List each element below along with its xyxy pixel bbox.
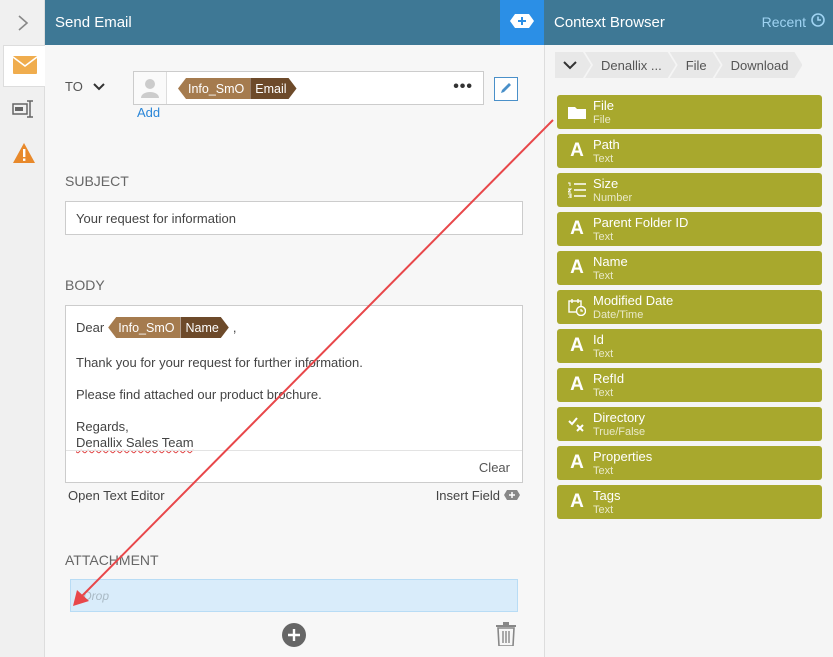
clear-button[interactable]: Clear bbox=[479, 460, 510, 475]
clock-icon bbox=[811, 13, 825, 30]
breadcrumb-item[interactable]: Denallix ... bbox=[585, 52, 676, 78]
form-field-icon bbox=[12, 99, 36, 122]
subject-label: SUBJECT bbox=[65, 173, 129, 189]
text-icon: A bbox=[570, 335, 584, 356]
text-icon: A bbox=[570, 140, 584, 161]
context-browser-header: Context Browser Recent bbox=[544, 0, 833, 45]
trash-icon[interactable] bbox=[496, 622, 516, 649]
context-browser-title: Context Browser bbox=[554, 14, 665, 31]
context-browser-panel: Denallix ... File Download File File A P… bbox=[544, 45, 833, 657]
field-item-name[interactable]: A Name Text bbox=[557, 251, 822, 285]
name-reference-tag[interactable]: Info_SmO Name bbox=[108, 317, 229, 338]
body-label: BODY bbox=[65, 277, 105, 293]
envelope-icon bbox=[12, 55, 37, 77]
recent-button[interactable]: Recent bbox=[762, 13, 825, 30]
insert-field-icon bbox=[510, 14, 534, 31]
body-line: Please find attached our product brochur… bbox=[76, 387, 322, 402]
email-reference-tag[interactable]: Info_SmO Email bbox=[178, 78, 297, 99]
pencil-icon bbox=[499, 81, 513, 98]
to-dropdown[interactable]: TO bbox=[65, 79, 105, 94]
folder-icon bbox=[567, 100, 587, 124]
more-options-icon[interactable]: ••• bbox=[453, 78, 473, 96]
text-icon: A bbox=[570, 491, 584, 512]
field-item-tags[interactable]: A Tags Text bbox=[557, 485, 822, 519]
chevron-down-icon bbox=[563, 58, 577, 73]
breadcrumb-item[interactable]: Download bbox=[715, 52, 803, 78]
text-icon: A bbox=[570, 218, 584, 239]
breadcrumb-item[interactable]: File bbox=[670, 52, 721, 78]
datetime-icon bbox=[567, 295, 587, 319]
user-avatar-icon bbox=[134, 72, 167, 104]
attachment-label: ATTACHMENT bbox=[65, 552, 159, 568]
field-item-path[interactable]: A Path Text bbox=[557, 134, 822, 168]
attachment-drop-zone[interactable]: Drop bbox=[70, 579, 518, 612]
open-text-editor-link[interactable]: Open Text Editor bbox=[68, 488, 165, 503]
field-item-modified-date[interactable]: Modified Date Date/Time bbox=[557, 290, 822, 324]
context-browser-toggle-button[interactable] bbox=[500, 0, 544, 45]
breadcrumb-toggle[interactable] bbox=[555, 52, 591, 78]
send-email-header: Send Email bbox=[45, 0, 500, 45]
email-tab[interactable] bbox=[3, 45, 45, 87]
left-rail bbox=[0, 0, 45, 657]
body-footer: Clear bbox=[66, 450, 522, 482]
field-item-size[interactable]: Size Number bbox=[557, 173, 822, 207]
body-line: Regards, bbox=[76, 419, 129, 434]
field-item-id[interactable]: A Id Text bbox=[557, 329, 822, 363]
field-item-properties[interactable]: A Properties Text bbox=[557, 446, 822, 480]
field-item-refid[interactable]: A RefId Text bbox=[557, 368, 822, 402]
warning-tab[interactable] bbox=[3, 133, 45, 175]
body-line: Denallix Sales Team bbox=[76, 435, 194, 450]
field-item-directory[interactable]: Directory True/False bbox=[557, 407, 822, 441]
field-item-file[interactable]: File File bbox=[557, 95, 822, 129]
field-item-parent-folder-id[interactable]: A Parent Folder ID Text bbox=[557, 212, 822, 246]
insert-field-button[interactable]: Insert Field bbox=[436, 488, 520, 503]
send-email-form: TO Info_SmO Email ••• Add SUBJECT Your r… bbox=[45, 45, 544, 657]
number-icon bbox=[567, 178, 587, 202]
breadcrumb: Denallix ... File Download bbox=[555, 52, 796, 78]
body-editor[interactable]: Dear Info_SmO Name , Thank you for your … bbox=[65, 305, 523, 483]
text-icon: A bbox=[570, 374, 584, 395]
warning-icon bbox=[12, 142, 36, 167]
body-line: Thank you for your request for further i… bbox=[76, 355, 363, 370]
edit-recipient-button[interactable] bbox=[494, 77, 518, 101]
subject-input[interactable]: Your request for information bbox=[65, 201, 523, 235]
text-icon: A bbox=[570, 257, 584, 278]
insert-field-icon bbox=[504, 488, 520, 503]
greeting-line: Dear Info_SmO Name , bbox=[76, 317, 236, 338]
boolean-icon bbox=[567, 412, 587, 436]
add-attachment-icon[interactable] bbox=[282, 623, 306, 650]
chevron-down-icon bbox=[93, 79, 105, 94]
add-recipient-link[interactable]: Add bbox=[137, 105, 160, 120]
to-recipient-field[interactable]: Info_SmO Email ••• bbox=[133, 71, 484, 105]
text-icon: A bbox=[570, 452, 584, 473]
page-title: Send Email bbox=[55, 14, 132, 31]
form-tab[interactable] bbox=[3, 89, 45, 131]
expand-chevron-icon[interactable] bbox=[0, 0, 45, 45]
